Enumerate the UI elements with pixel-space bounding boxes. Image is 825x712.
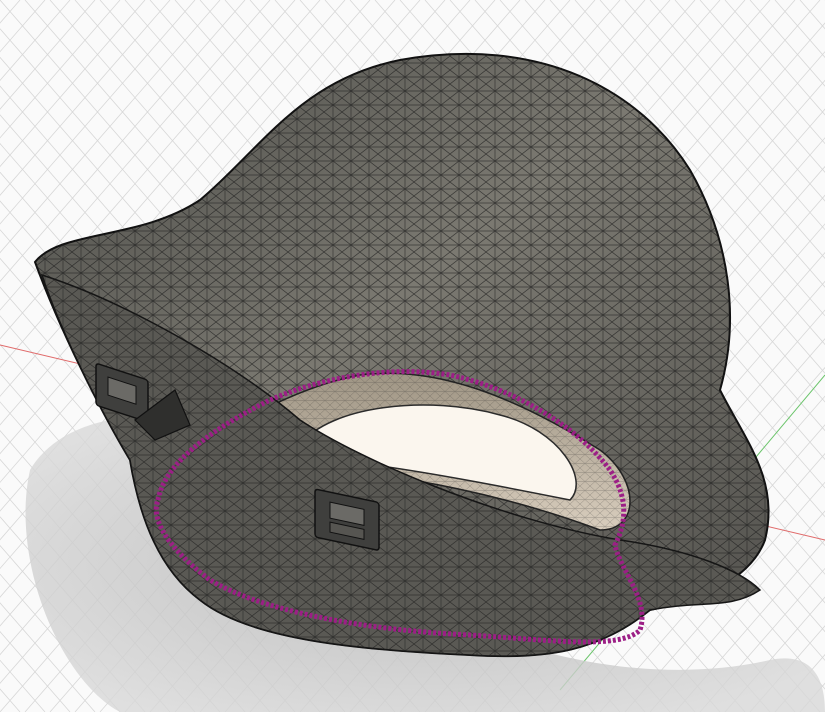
grid-line (799, 0, 825, 30)
3d-viewport[interactable] (0, 0, 825, 712)
grid-line (0, 659, 46, 712)
grid-line (0, 0, 46, 53)
grid-line (749, 625, 825, 712)
viewport-canvas[interactable] (0, 0, 825, 712)
grid-line (749, 0, 825, 87)
grid-line (799, 682, 825, 712)
